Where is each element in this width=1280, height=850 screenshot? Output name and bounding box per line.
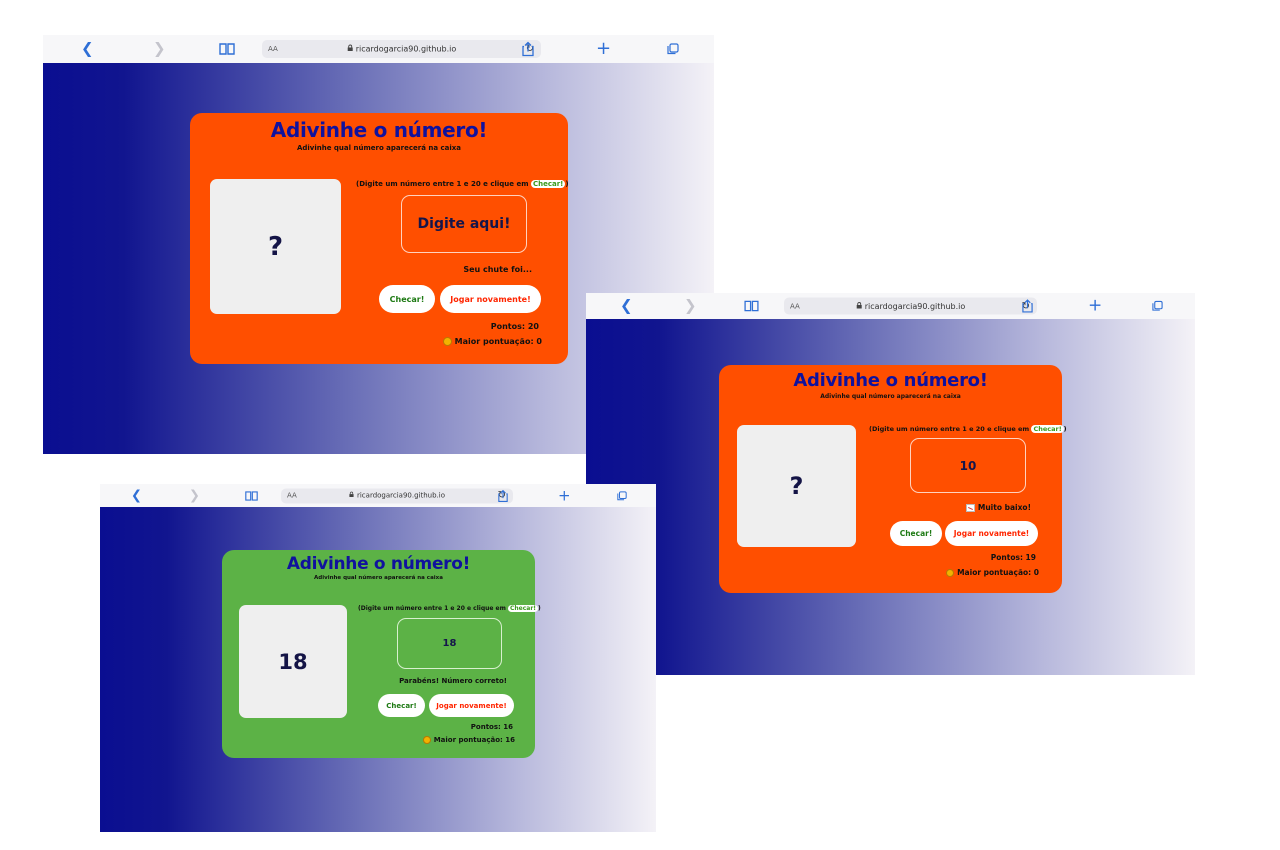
share-icon[interactable] [498, 489, 508, 502]
reader-mode-button[interactable]: AA [268, 45, 278, 53]
instruction-check-chip: Checar! [530, 180, 566, 188]
forward-icon[interactable]: ❯ [153, 41, 166, 57]
play-again-button[interactable]: Jogar novamente! [440, 285, 541, 313]
feedback-message: Seu chute foi... [463, 265, 532, 274]
check-button[interactable]: Checar! [378, 694, 425, 717]
reader-mode-button[interactable]: AA [790, 302, 800, 310]
lock-icon [856, 301, 862, 311]
browser-toolbar: ❮ ❯ AA ricardogarcia90.github.io ↻ + [586, 293, 1195, 320]
game-title: Adivinhe o número! [270, 118, 488, 142]
forward-icon[interactable]: ❯ [189, 489, 200, 502]
browser-toolbar: ❮ ❯ AA ricardogarcia90.github.io ↻ + [43, 35, 714, 64]
instruction-check-chip: Checar! [1031, 425, 1064, 433]
share-icon[interactable] [522, 41, 534, 57]
browser-screenshot-too-low: ❮ ❯ AA ricardogarcia90.github.io ↻ + Adi… [586, 293, 1195, 675]
game-subtitle: Adivinhe qual número aparecerá na caixa [296, 144, 462, 152]
address-bar[interactable]: AA ricardogarcia90.github.io ↻ [281, 488, 513, 503]
back-icon[interactable]: ❮ [620, 298, 633, 314]
tabs-icon[interactable] [617, 490, 627, 501]
bookmarks-icon[interactable] [744, 300, 759, 312]
check-button[interactable]: Checar! [890, 521, 942, 546]
address-bar[interactable]: AA ricardogarcia90.github.io ↻ [784, 297, 1037, 315]
medal-icon [442, 337, 452, 346]
bookmarks-icon[interactable] [219, 43, 235, 55]
forward-icon[interactable]: ❯ [684, 298, 697, 314]
guess-input[interactable]: Digite aqui! [401, 195, 527, 253]
new-tab-icon[interactable]: + [1088, 297, 1102, 315]
secret-number-box: ? [210, 179, 341, 314]
score-text: Pontos: 16 [470, 723, 513, 731]
check-button[interactable]: Checar! [379, 285, 435, 313]
lock-icon [347, 44, 353, 54]
score-text: Pontos: 20 [490, 322, 539, 331]
browser-toolbar: ❮ ❯ AA ricardogarcia90.github.io ↻ + [100, 484, 656, 508]
play-again-button[interactable]: Jogar novamente! [429, 694, 514, 717]
highscore-text: Maior pontuação: 0 [946, 568, 1039, 577]
tabs-icon[interactable] [667, 43, 679, 55]
instruction-text: (Digite um número entre 1 e 20 e clique … [869, 425, 1067, 433]
play-again-button[interactable]: Jogar novamente! [945, 521, 1038, 546]
url-text: ricardogarcia90.github.io [856, 301, 965, 311]
game-title: Adivinhe o número! [793, 370, 988, 391]
feedback-message: Muito baixo! [966, 503, 1031, 512]
url-text: ricardogarcia90.github.io [349, 492, 445, 500]
reader-mode-button[interactable]: AA [287, 492, 297, 500]
feedback-message: Parabéns! Número correto! [399, 677, 507, 685]
secret-number-box: 18 [239, 605, 347, 718]
new-tab-icon[interactable]: + [558, 488, 571, 503]
medal-icon [946, 569, 955, 577]
game-subtitle: Adivinhe qual número aparecerá na caixa [820, 393, 961, 400]
game-subtitle: Adivinhe qual número aparecerá na caixa [314, 575, 443, 581]
guess-input[interactable]: 18 [397, 618, 502, 669]
back-icon[interactable]: ❮ [81, 41, 94, 57]
game-card: Adivinhe o número! Adivinhe qual número … [719, 365, 1067, 593]
instruction-text: (Digite um número entre 1 e 20 e clique … [358, 605, 541, 612]
share-icon[interactable] [1022, 299, 1033, 313]
game-card: Adivinhe o número! Adivinhe qual número … [222, 550, 541, 758]
guess-input[interactable]: 10 [910, 438, 1026, 493]
instruction-check-chip: Checar! [507, 605, 539, 612]
tabs-icon[interactable] [1152, 300, 1163, 312]
bookmarks-icon[interactable] [245, 490, 258, 501]
score-text: Pontos: 19 [990, 553, 1036, 562]
page-background: Adivinhe o número! Adivinhe qual número … [100, 507, 656, 832]
url-text: ricardogarcia90.github.io [347, 44, 456, 54]
game-title: Adivinhe o número! [286, 554, 471, 574]
address-bar[interactable]: AA ricardogarcia90.github.io ↻ [262, 40, 541, 58]
secret-number-box: ? [737, 425, 856, 547]
highscore-text: Maior pontuação: 0 [442, 337, 542, 346]
lock-icon [349, 491, 354, 500]
browser-screenshot-correct: ❮ ❯ AA ricardogarcia90.github.io ↻ + Adi… [100, 484, 656, 832]
back-icon[interactable]: ❮ [131, 489, 142, 502]
instruction-text: (Digite um número entre 1 e 20 e clique … [356, 180, 569, 188]
medal-icon [423, 736, 432, 744]
game-card: Adivinhe o número! Adivinhe qual número … [190, 113, 569, 364]
page-background: Adivinhe o número! Adivinhe qual número … [586, 319, 1195, 675]
highscore-text: Maior pontuação: 16 [423, 736, 515, 744]
new-tab-icon[interactable]: + [596, 40, 611, 58]
chart-decreasing-icon [966, 504, 976, 512]
